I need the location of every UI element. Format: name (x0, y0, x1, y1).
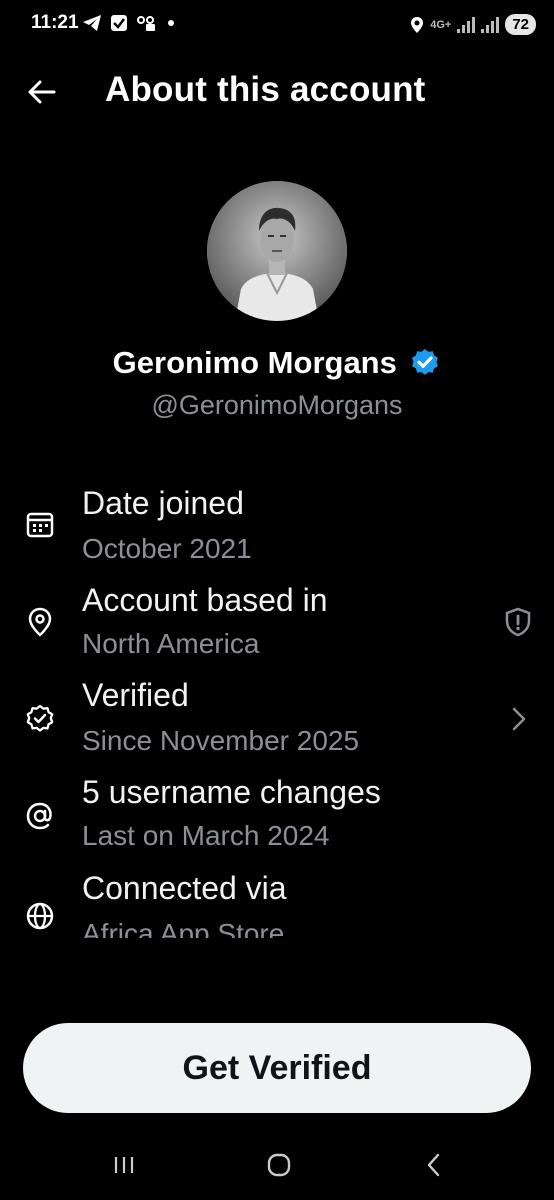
status-bar: 11:21 4G+ 72 (0, 0, 554, 52)
home-icon (267, 1153, 291, 1177)
network-type: 4G+ (430, 18, 452, 31)
get-verified-button[interactable]: Get Verified (23, 1023, 531, 1113)
recents-icon (114, 1157, 134, 1173)
calendar-icon (26, 512, 54, 538)
info-row-username-changes: 5 username changes Last on March 2024 (0, 772, 554, 868)
info-row-date-joined: Date joined October 2021 (0, 480, 554, 576)
info-row-account-based-in: Account based in North America (0, 578, 554, 674)
row-title: Verified (82, 677, 189, 713)
voicemail-icon (137, 16, 155, 31)
row-subtitle: Africa App Store (82, 918, 285, 938)
back-button[interactable] (24, 74, 60, 110)
info-row-verified[interactable]: Verified Since November 2025 (0, 675, 554, 771)
header: About this account (0, 60, 554, 124)
verified-outline-icon (26, 704, 54, 732)
dot-icon (168, 20, 174, 26)
avatar[interactable] (207, 181, 347, 321)
back-nav-button[interactable] (414, 1148, 454, 1182)
row-title: Account based in (82, 582, 328, 618)
row-subtitle: Since November 2025 (82, 725, 360, 756)
status-time: 11:21 (31, 12, 79, 33)
arrow-left-icon (28, 80, 56, 104)
page-title: About this account (105, 70, 426, 109)
chevron-right-icon[interactable] (502, 703, 534, 735)
globe-icon (26, 902, 54, 930)
handle: @GeronimoMorgans (151, 390, 403, 420)
row-subtitle: North America (82, 628, 260, 659)
info-row-connected-via: Connected via Africa App Store (0, 860, 554, 938)
battery-indicator: 72 (505, 14, 536, 35)
shield-alert-icon[interactable] (502, 606, 534, 638)
row-title: Connected via (82, 870, 287, 906)
status-right: 4G+ 72 (410, 14, 536, 35)
back-nav-icon (427, 1153, 440, 1177)
signal-icon-2 (481, 16, 500, 33)
home-button[interactable] (259, 1148, 299, 1182)
at-sign-icon (26, 802, 52, 830)
signal-icon (457, 16, 476, 33)
notification-icons (82, 14, 174, 32)
location-status-icon (411, 16, 424, 33)
row-title: Date joined (82, 485, 244, 521)
row-subtitle: Last on March 2024 (82, 820, 330, 851)
telegram-icon (83, 15, 101, 31)
location-pin-icon (28, 607, 52, 637)
avatar-photo (207, 181, 347, 321)
display-name: Geronimo Morgans (112, 345, 397, 380)
recents-button[interactable] (104, 1148, 144, 1182)
verified-badge-icon[interactable] (409, 347, 441, 379)
check-box-icon (111, 15, 127, 31)
system-nav-bar (0, 1140, 554, 1190)
row-title: 5 username changes (82, 774, 381, 810)
display-name-row: Geronimo Morgans (0, 345, 554, 381)
row-subtitle: October 2021 (82, 533, 252, 564)
